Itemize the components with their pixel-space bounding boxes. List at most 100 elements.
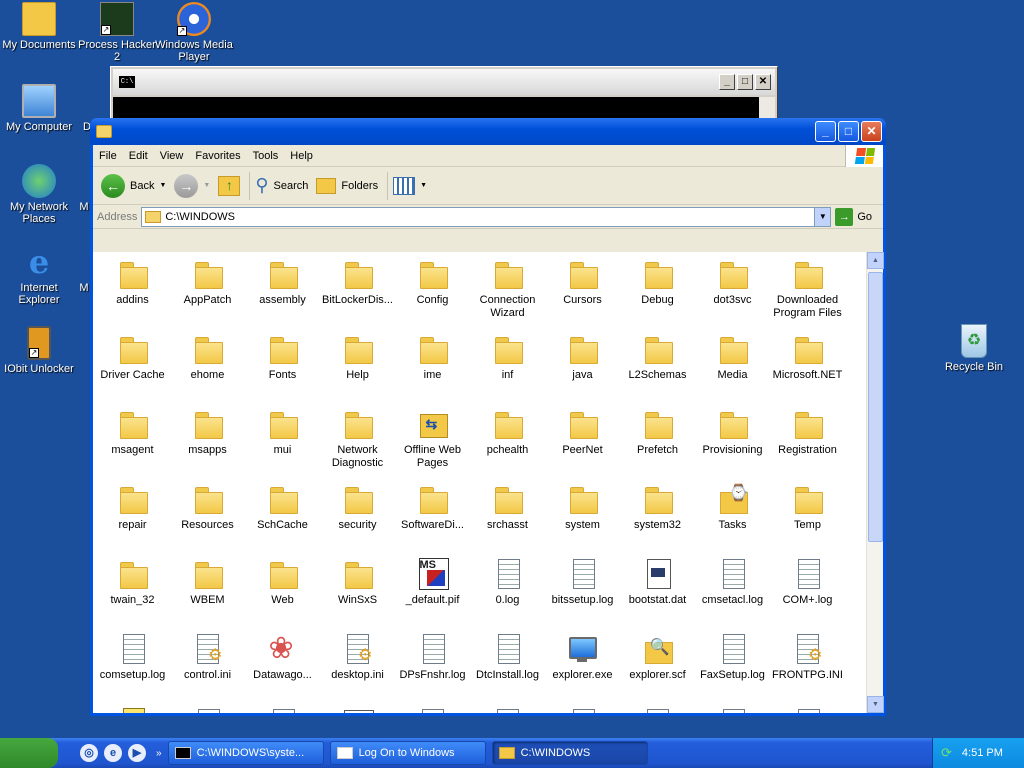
- file-item[interactable]: WinSxS: [320, 558, 395, 607]
- file-item[interactable]: ime: [395, 333, 470, 382]
- menu-view[interactable]: View: [154, 150, 190, 162]
- desktop-icon-partial-m1[interactable]: M: [78, 164, 90, 213]
- file-item[interactable]: inf: [470, 333, 545, 382]
- file-item[interactable]: SoftwareDi...: [395, 483, 470, 532]
- file-item[interactable]: Connection Wizard: [470, 258, 545, 320]
- file-item[interactable]: control.ini: [170, 633, 245, 682]
- minimize-button[interactable]: _: [815, 121, 836, 142]
- file-item[interactable]: [545, 708, 620, 713]
- maximize-button[interactable]: □: [838, 121, 859, 142]
- file-item[interactable]: system: [545, 483, 620, 532]
- chevron-down-icon[interactable]: ▼: [203, 182, 210, 189]
- go-button[interactable]: → Go: [835, 207, 872, 226]
- up-folder-button[interactable]: ↑: [216, 174, 246, 198]
- file-item[interactable]: DPsFnshr.log: [395, 633, 470, 682]
- file-item[interactable]: assembly: [245, 258, 320, 307]
- file-item[interactable]: Web: [245, 558, 320, 607]
- file-item[interactable]: repair: [95, 483, 170, 532]
- file-item[interactable]: _default.pif: [395, 558, 470, 607]
- desktop-icon-recycle-bin[interactable]: ♻ Recycle Bin: [938, 324, 1010, 373]
- maximize-button[interactable]: □: [737, 74, 753, 90]
- file-item[interactable]: FaxSetup.log: [695, 633, 770, 682]
- file-item[interactable]: Tasks: [695, 483, 770, 532]
- file-item[interactable]: [320, 708, 395, 713]
- file-item[interactable]: bitssetup.log: [545, 558, 620, 607]
- file-item[interactable]: Prefetch: [620, 408, 695, 457]
- folders-button[interactable]: Folders: [314, 176, 384, 196]
- console-window[interactable]: C:\ _ □ ✕: [110, 66, 778, 126]
- desktop-icon-my-computer[interactable]: My Computer: [0, 84, 78, 133]
- file-item[interactable]: DtcInstall.log: [470, 633, 545, 682]
- chevron-down-icon[interactable]: ▼: [420, 182, 427, 189]
- file-item[interactable]: Media: [695, 333, 770, 382]
- file-item[interactable]: desktop.ini: [320, 633, 395, 682]
- file-item[interactable]: AppPatch: [170, 258, 245, 307]
- file-item[interactable]: Cursors: [545, 258, 620, 307]
- file-item[interactable]: pchealth: [470, 408, 545, 457]
- close-button[interactable]: ✕: [755, 74, 771, 90]
- file-item[interactable]: Datawago...: [245, 631, 320, 682]
- scroll-thumb[interactable]: [868, 272, 883, 542]
- taskbar-item-logon[interactable]: Log On to Windows: [329, 741, 486, 765]
- clock[interactable]: 4:51 PM: [962, 747, 1003, 759]
- file-item[interactable]: Offline Web Pages: [395, 408, 470, 470]
- file-item[interactable]: [620, 708, 695, 713]
- file-item[interactable]: [695, 708, 770, 713]
- file-item[interactable]: mui: [245, 408, 320, 457]
- address-input[interactable]: C:\WINDOWS ▼: [141, 206, 832, 227]
- minimize-button[interactable]: _: [719, 74, 735, 90]
- desktop-icon-partial-m2[interactable]: M: [78, 245, 90, 294]
- file-item[interactable]: WBEM: [170, 558, 245, 607]
- file-item[interactable]: 0.log: [470, 558, 545, 607]
- file-item[interactable]: Config: [395, 258, 470, 307]
- vertical-scrollbar[interactable]: ▲ ▼: [866, 252, 884, 713]
- file-item[interactable]: Driver Cache: [95, 333, 170, 382]
- file-item[interactable]: bootstat.dat: [620, 558, 695, 607]
- file-item[interactable]: ehome: [170, 333, 245, 382]
- console-titlebar[interactable]: C:\ _ □ ✕: [113, 69, 775, 95]
- file-item[interactable]: [470, 708, 545, 713]
- taskbar-item-console[interactable]: C:\WINDOWS\syste...: [167, 741, 324, 765]
- menu-file[interactable]: File: [93, 150, 123, 162]
- chevron-down-icon[interactable]: ▼: [159, 182, 166, 189]
- explorer-window[interactable]: _ □ ✕ File Edit View Favorites Tools Hel…: [90, 118, 886, 716]
- desktop-icon-my-documents[interactable]: My Documents: [0, 2, 78, 51]
- back-button[interactable]: ← Back ▼: [99, 172, 172, 200]
- file-item[interactable]: SchCache: [245, 483, 320, 532]
- file-item[interactable]: Network Diagnostic: [320, 408, 395, 470]
- file-item[interactable]: [170, 708, 245, 713]
- file-list[interactable]: addins AppPatch assembly BitLockerDis... Con…: [93, 252, 866, 713]
- file-item[interactable]: dot3svc: [695, 258, 770, 307]
- file-item[interactable]: Help: [320, 333, 395, 382]
- file-item[interactable]: Fonts: [245, 333, 320, 382]
- search-button[interactable]: ⚲ Search: [253, 173, 314, 198]
- menu-favorites[interactable]: Favorites: [189, 150, 246, 162]
- taskbar-item-explorer[interactable]: C:\WINDOWS: [491, 741, 648, 765]
- file-item[interactable]: FRONTPG.INI: [770, 633, 845, 682]
- views-button[interactable]: ▼: [391, 175, 433, 197]
- file-item[interactable]: Downloaded Program Files: [770, 258, 845, 320]
- menu-tools[interactable]: Tools: [247, 150, 285, 162]
- file-item[interactable]: COM+.log: [770, 558, 845, 607]
- menu-help[interactable]: Help: [284, 150, 319, 162]
- desktop-icon-internet-explorer[interactable]: e Internet Explorer: [0, 245, 78, 306]
- file-item[interactable]: Debug: [620, 258, 695, 307]
- scroll-down-icon[interactable]: ▼: [867, 696, 884, 713]
- file-item[interactable]: security: [320, 483, 395, 532]
- file-item[interactable]: BitLockerDis...: [320, 258, 395, 307]
- quick-launch-ie-icon[interactable]: e: [104, 744, 122, 762]
- file-item[interactable]: twain_32: [95, 558, 170, 607]
- file-item[interactable]: Temp: [770, 483, 845, 532]
- close-button[interactable]: ✕: [861, 121, 882, 142]
- menu-edit[interactable]: Edit: [123, 150, 154, 162]
- explorer-titlebar[interactable]: _ □ ✕: [90, 118, 886, 145]
- file-item[interactable]: java: [545, 333, 620, 382]
- file-item[interactable]: explorer.scf: [620, 633, 695, 682]
- desktop-icon-process-hacker[interactable]: ↗ Process Hacker 2: [78, 2, 156, 63]
- desktop-icon-iobit-unlocker[interactable]: ↗ IObit Unlocker: [0, 326, 78, 375]
- file-item[interactable]: msagent: [95, 408, 170, 457]
- scroll-up-icon[interactable]: ▲: [867, 252, 884, 269]
- file-item[interactable]: system32: [620, 483, 695, 532]
- file-item[interactable]: PeerNet: [545, 408, 620, 457]
- start-button[interactable]: [0, 738, 58, 768]
